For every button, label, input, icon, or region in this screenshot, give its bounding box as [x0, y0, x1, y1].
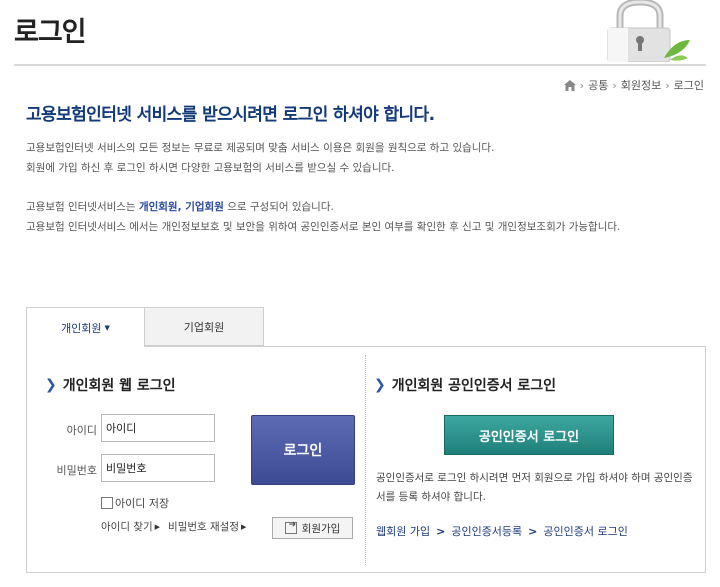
checkbox-icon[interactable]	[101, 497, 113, 509]
web-join-link[interactable]: 웹회원 가입	[376, 523, 430, 539]
password-input[interactable]	[101, 454, 215, 482]
intro-paragraph-2: 고용보험 인터넷서비스는 개인회원, 기업회원 으로 구성되어 있습니다. 고용…	[26, 197, 706, 237]
page-title: 로그인	[14, 17, 87, 48]
cert-login-title: ❯ 개인회원 공인인증서 로그인	[374, 375, 556, 395]
tab-personal-member[interactable]: 개인회원 ▼	[26, 307, 145, 347]
cert-description: 공인인증서로 로그인 하시려면 먼저 회원으로 가입 하셔야 하며 공인인증서를…	[376, 472, 693, 503]
account-links: 아이디 찾기 ▶ 비밀번호 재설정 ▶	[101, 519, 246, 534]
chevron-right-icon: ›	[612, 78, 617, 92]
chevron-right-icon: ›	[665, 78, 670, 92]
cert-login-link[interactable]: 공인인증서 로그인	[543, 523, 627, 539]
id-label: 아이디	[66, 424, 97, 437]
tab-corporate-member[interactable]: 기업회원	[145, 307, 264, 346]
intro-headline: 고용보험인터넷 서비스를 받으시려면 로그인 하셔야 합니다.	[26, 105, 435, 125]
reset-password-link[interactable]: 비밀번호 재설정	[168, 519, 239, 534]
arrow-right-icon: ▶	[154, 522, 161, 531]
id-input[interactable]	[101, 414, 215, 442]
save-id-label: 아이디 저장	[115, 497, 170, 510]
join-button[interactable]: 회원가입	[272, 517, 353, 539]
login-button[interactable]: 로그인	[251, 415, 355, 485]
cert-register-link[interactable]: 공인인증서등록	[451, 523, 522, 539]
intro-line-3-tail: 으로 구성되어 있습니다.	[223, 201, 334, 213]
chevron-right-icon: ❯	[374, 377, 386, 393]
member-tabs: 개인회원 ▼ 기업회원	[26, 307, 264, 347]
login-panel: ❯ 개인회원 웹 로그인 아이디 비밀번호 로그인 아이디 저장 아이디 찾기 …	[26, 346, 706, 573]
join-icon	[284, 520, 297, 534]
password-label: 비밀번호	[56, 464, 97, 477]
join-button-label: 회원가입	[301, 522, 341, 535]
cert-login-button[interactable]: 공인인증서 로그인	[444, 415, 614, 455]
home-icon[interactable]	[563, 79, 576, 91]
caret-down-icon: ▼	[104, 323, 110, 332]
breadcrumb: › 공통 › 회원정보 › 로그인	[563, 77, 704, 93]
chevron-right-icon: >	[528, 524, 538, 538]
lock-icon	[607, 0, 690, 62]
chevron-right-icon: ❯	[45, 377, 57, 393]
intro-paragraph-1: 고용보험인터넷 서비스의 모든 정보는 무료로 제공되며 맞춤 서비스 이용은 …	[26, 138, 706, 178]
intro-line-3-text: 고용보험 인터넷서비스는	[26, 201, 139, 213]
title-divider	[14, 64, 706, 66]
breadcrumb-item-login: 로그인	[673, 79, 704, 92]
login-box: 개인회원 ▼ 기업회원 ❯ 개인회원 웹 로그인 아이디 비밀번호 로그인 아이…	[26, 307, 706, 573]
intro-line-3: 고용보험 인터넷서비스는 개인회원, 기업회원 으로 구성되어 있습니다.	[26, 197, 706, 217]
find-id-link[interactable]: 아이디 찾기	[101, 519, 153, 534]
web-login-title-text: 개인회원 웹 로그인	[62, 378, 176, 394]
breadcrumb-item-member-info[interactable]: 회원정보	[621, 77, 661, 93]
chevron-right-icon: >	[436, 524, 446, 538]
panel-divider	[365, 355, 366, 565]
arrow-right-icon: ▶	[241, 522, 247, 531]
intro-line-4: 고용보험 인터넷서비스 에서는 개인정보보호 및 보안을 위하여 공인인증서로 …	[26, 221, 621, 233]
intro-line-2: 회원에 가입 하신 후 로그인 하시면 다양한 고용보험의 서비스를 받으실 수…	[26, 162, 395, 174]
breadcrumb-item-common[interactable]: 공통	[588, 77, 608, 93]
member-types-highlight: 개인회원, 기업회원	[138, 201, 224, 213]
intro-line-1: 고용보험인터넷 서비스의 모든 정보는 무료로 제공되며 맞춤 서비스 이용은 …	[26, 142, 495, 154]
tab-personal-label: 개인회원	[61, 321, 102, 335]
tab-corporate-label: 기업회원	[183, 320, 225, 334]
save-id-checkbox[interactable]: 아이디 저장	[101, 495, 169, 511]
cert-steps: 웹회원 가입 > 공인인증서등록 > 공인인증서 로그인	[376, 523, 628, 539]
web-login-title: ❯ 개인회원 웹 로그인	[45, 375, 176, 395]
cert-login-title-text: 개인회원 공인인증서 로그인	[391, 378, 557, 394]
chevron-right-icon: ›	[579, 78, 585, 92]
